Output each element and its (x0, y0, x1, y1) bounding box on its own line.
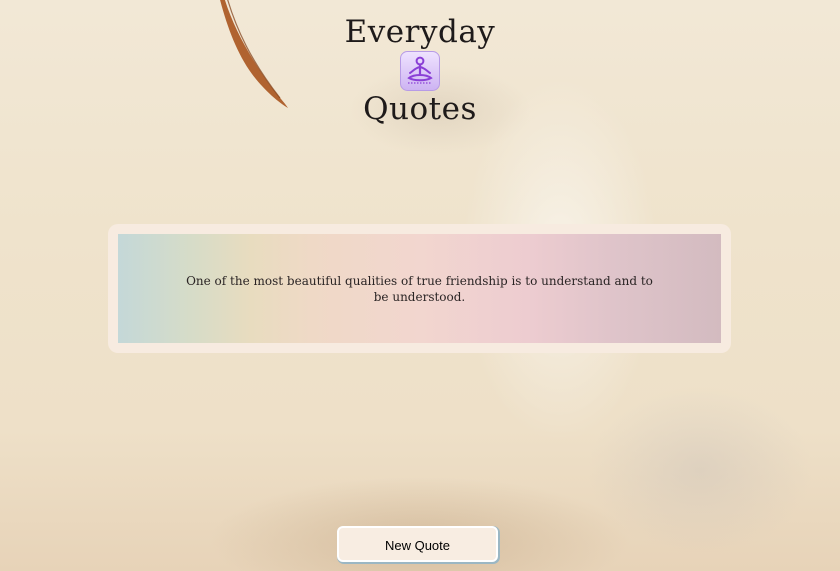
quote-box: One of the most beautiful qualities of t… (118, 234, 721, 343)
page-title-line1: Everyday (344, 14, 496, 50)
quote-card: One of the most beautiful qualities of t… (108, 224, 731, 353)
new-quote-button[interactable]: New Quote (337, 526, 498, 562)
page-header: Everyday Quotes (0, 14, 840, 127)
quote-text: One of the most beautiful qualities of t… (186, 273, 653, 304)
meditation-icon (400, 51, 440, 91)
page-title-line2: Quotes (363, 91, 477, 127)
